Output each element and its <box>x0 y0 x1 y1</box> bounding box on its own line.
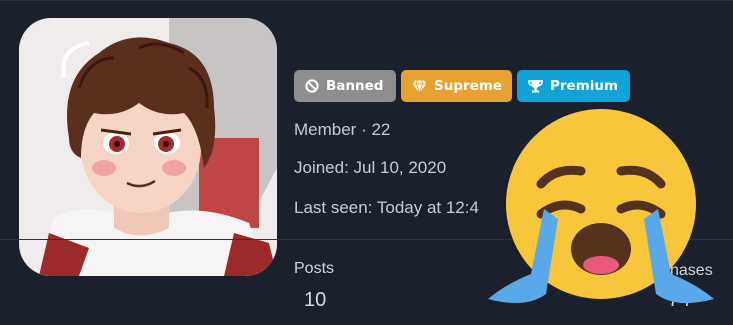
ban-icon <box>305 79 319 93</box>
posts-label: Posts <box>294 260 335 277</box>
trophy-icon <box>528 80 543 93</box>
member-rank: Member · 22 <box>294 120 391 139</box>
badge-label: Banned <box>326 78 384 94</box>
last-seen: Last seen: Today at 12:4 <box>294 198 479 217</box>
premium-badge: Premium <box>517 70 630 102</box>
profile-card: Banned Supreme Premium Member · 22 Joine… <box>0 0 733 325</box>
banned-badge: Banned <box>294 70 396 102</box>
diamond-icon <box>412 79 427 93</box>
loudly-crying-face-icon <box>488 109 714 303</box>
avatar-image <box>19 18 277 276</box>
badge-label: Premium <box>550 78 619 94</box>
badge-list: Banned Supreme Premium <box>294 70 630 102</box>
joined-date: Joined: Jul 10, 2020 <box>294 158 447 177</box>
avatar[interactable] <box>19 18 277 276</box>
supreme-badge: Supreme <box>401 70 512 102</box>
badge-label: Supreme <box>434 78 503 94</box>
posts-count[interactable]: 10 <box>304 289 326 312</box>
